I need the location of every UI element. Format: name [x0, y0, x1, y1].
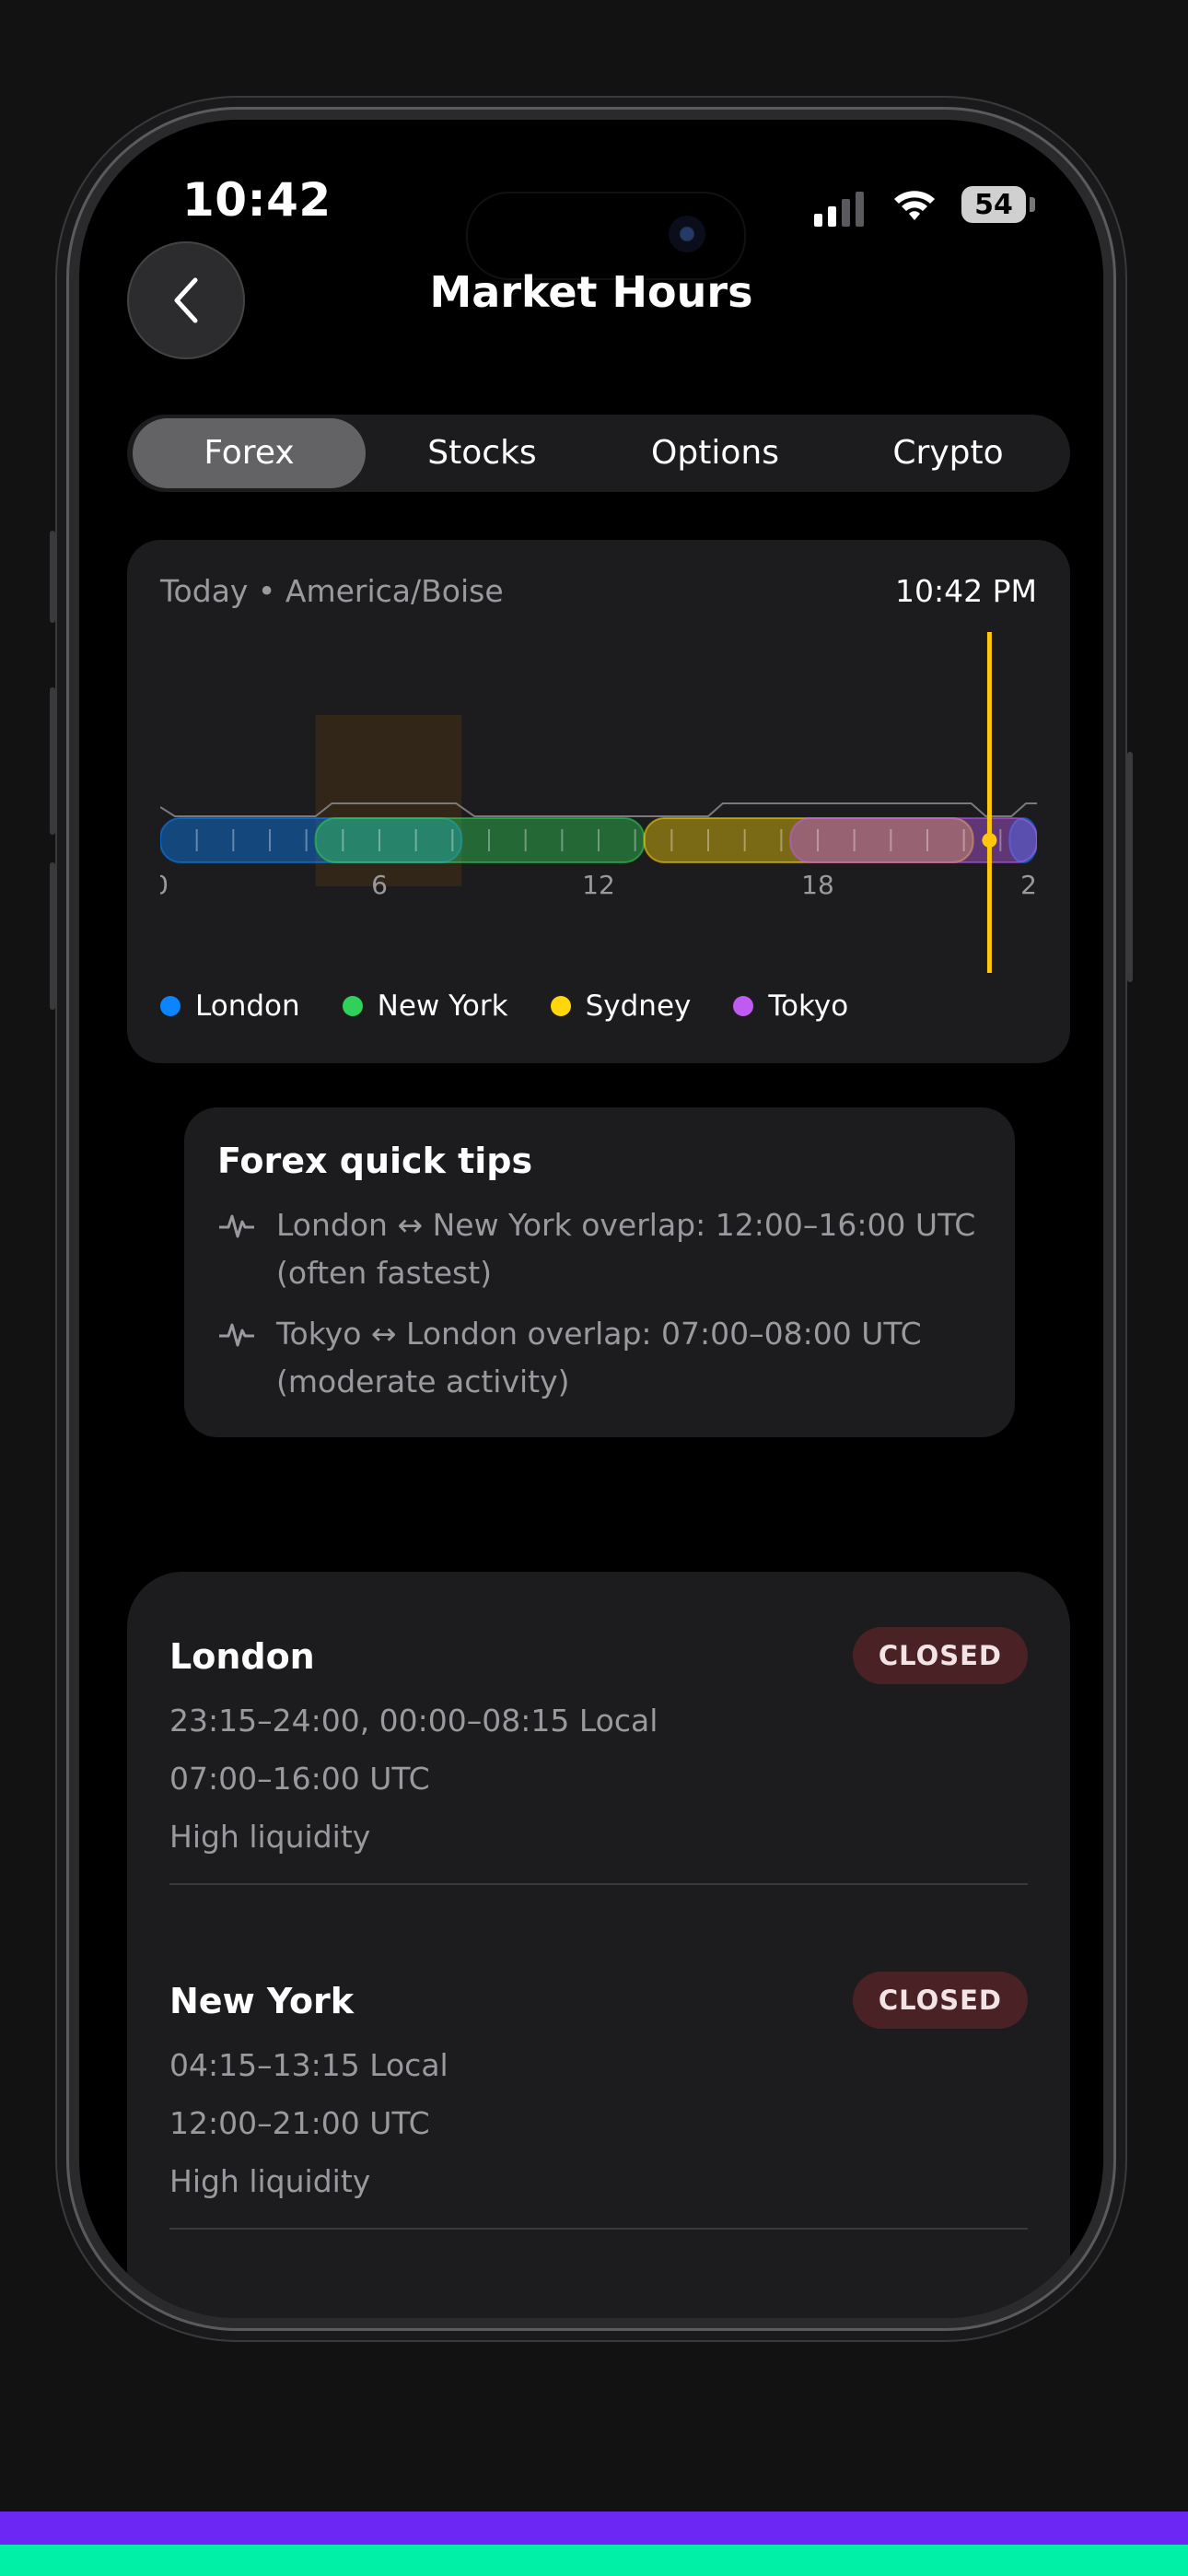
legend-label: New York	[377, 989, 508, 1023]
chart-current-time: 10:42 PM	[895, 573, 1037, 609]
tip-text: Tokyo ↔ London overlap: 07:00–08:00 UTC …	[276, 1316, 922, 1399]
pulse-icon	[219, 1323, 254, 1347]
divider	[169, 2228, 1028, 2230]
tip-text: London ↔ New York overlap: 12:00–16:00 U…	[276, 1207, 976, 1291]
tab-stocks[interactable]: Stocks	[366, 418, 599, 488]
current-time-marker	[982, 833, 997, 848]
session-timeline-chart: 0 6 12 18 24	[160, 632, 1037, 973]
bottom-accent-bar-green	[0, 2545, 1188, 2576]
axis-tick-label: 6	[371, 870, 388, 900]
axis-tick-label: 18	[801, 870, 834, 900]
volume-down-button	[50, 862, 55, 1010]
tab-options[interactable]: Options	[599, 418, 832, 488]
axis-tick-label: 0	[160, 870, 169, 900]
legend-label: Sydney	[585, 989, 692, 1023]
volume-up-button	[50, 687, 55, 835]
page-title: Market Hours	[429, 267, 753, 317]
session-local-hours: 04:15–13:15 Local	[169, 2047, 448, 2083]
status-badge: CLOSED	[852, 1972, 1028, 2029]
action-button	[50, 531, 55, 623]
forex-tips-card: Forex quick tips London ↔ New York overl…	[184, 1107, 1015, 1437]
session-bar-new-york	[314, 817, 646, 863]
bottom-accent-bar	[0, 2512, 1188, 2545]
chart-legend: London New York Sydney Tokyo	[160, 989, 848, 1023]
session-name: New York	[169, 1981, 355, 2021]
session-count-outline	[160, 802, 1037, 817]
battery-cap	[1030, 197, 1035, 212]
legend-dot	[160, 996, 181, 1016]
session-utc-hours: 07:00–16:00 UTC	[169, 1761, 430, 1797]
tips-title: Forex quick tips	[217, 1141, 533, 1181]
axis-tick-label: 24	[1020, 870, 1037, 900]
legend-dot	[342, 996, 363, 1016]
tip-item: Tokyo ↔ London overlap: 07:00–08:00 UTC …	[217, 1310, 982, 1406]
market-hours-chart-card: Today • America/Boise 10:42 PM 06121824 …	[127, 540, 1070, 1063]
status-time: 10:42	[182, 173, 332, 227]
legend-item-sydney: Sydney	[550, 989, 692, 1023]
legend-dot	[550, 996, 571, 1016]
status-badge: CLOSED	[852, 1627, 1028, 1684]
camera-icon	[669, 216, 705, 252]
battery-icon: 54	[961, 186, 1026, 223]
legend-dot	[733, 996, 754, 1016]
battery-level: 54	[974, 188, 1013, 221]
session-liquidity: High liquidity	[169, 2163, 371, 2199]
screen: 10:42 54 Market Hours Forex Stocks Optio…	[79, 120, 1103, 2318]
session-name: London	[169, 1636, 315, 1677]
tip-item: London ↔ New York overlap: 12:00–16:00 U…	[217, 1201, 982, 1297]
legend-label: London	[195, 989, 300, 1023]
chart-subtitle: Today • America/Boise	[160, 573, 504, 609]
legend-item-new-york: New York	[342, 989, 508, 1023]
sessions-list: London CLOSED 23:15–24:00, 00:00–08:15 L…	[127, 1572, 1070, 2318]
tab-forex[interactable]: Forex	[133, 418, 366, 488]
axis-tick-label: 12	[582, 870, 615, 900]
power-button	[1127, 752, 1133, 982]
session-local-hours: 23:15–24:00, 00:00–08:15 Local	[169, 1703, 658, 1739]
divider	[169, 1883, 1028, 1885]
legend-label: Tokyo	[768, 989, 849, 1023]
phone-frame: 10:42 54 Market Hours Forex Stocks Optio…	[50, 107, 1133, 2331]
pulse-icon	[219, 1214, 254, 1238]
market-tabs: Forex Stocks Options Crypto	[127, 415, 1070, 492]
session-liquidity: High liquidity	[169, 1819, 371, 1855]
legend-item-london: London	[160, 989, 300, 1023]
session-utc-hours: 12:00–21:00 UTC	[169, 2105, 430, 2141]
signal-icon	[814, 188, 864, 227]
tab-crypto[interactable]: Crypto	[832, 418, 1065, 488]
legend-item-tokyo: Tokyo	[733, 989, 848, 1023]
wifi-icon	[894, 191, 935, 220]
